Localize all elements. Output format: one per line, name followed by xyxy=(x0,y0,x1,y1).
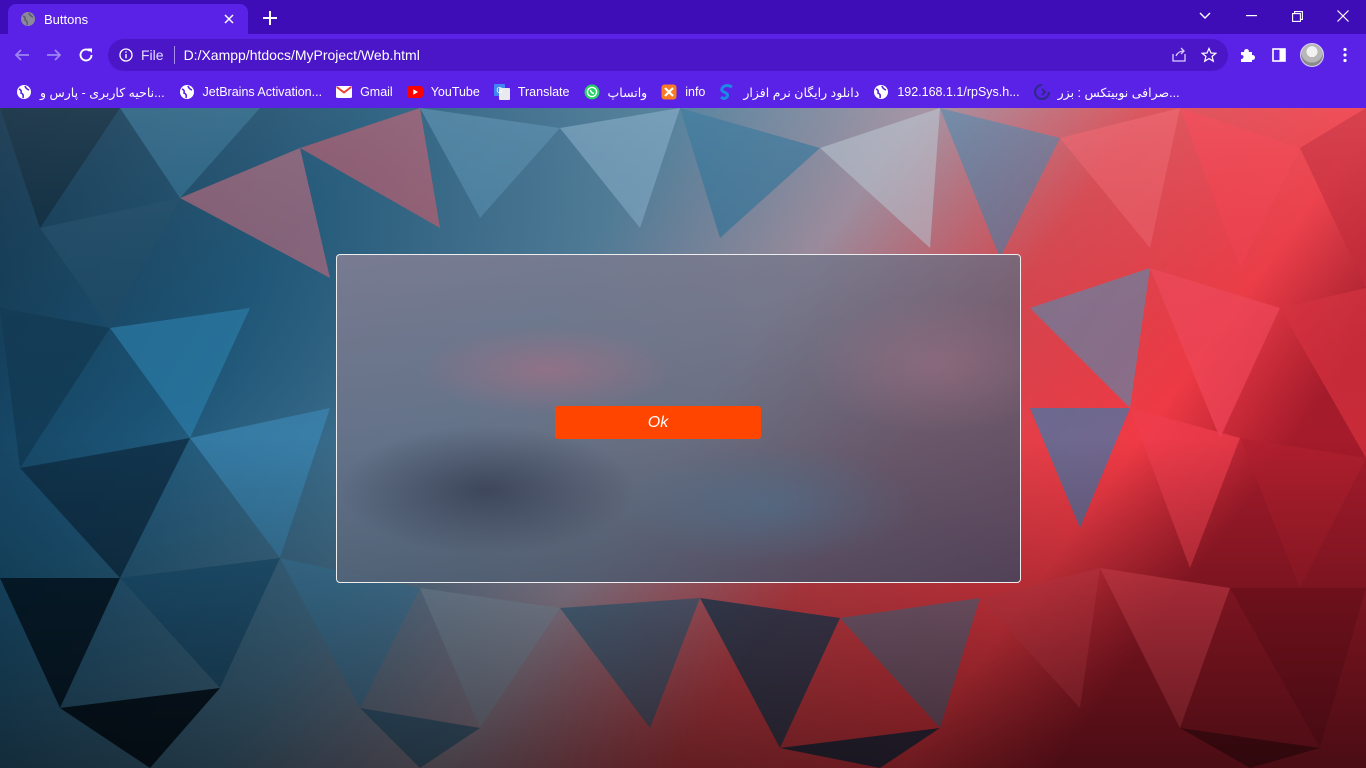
reload-button[interactable] xyxy=(71,40,101,70)
side-panel-icon xyxy=(1272,48,1286,62)
glass-card: Ok xyxy=(336,254,1021,583)
forward-button[interactable] xyxy=(39,40,69,70)
reload-icon xyxy=(79,48,93,62)
bookmark-label: 192.168.1.1/rpSys.h... xyxy=(897,85,1020,99)
card-blur-highlight xyxy=(807,295,1020,435)
minimize-button[interactable] xyxy=(1228,0,1274,32)
tab-search-button[interactable] xyxy=(1182,0,1228,32)
bookmark-item[interactable]: دانلود رایگان نرم افزار xyxy=(713,79,865,105)
bookmark-label: YouTube xyxy=(430,85,480,99)
bookmark-label: صرافی نوبیتکس : بزر... xyxy=(1057,85,1180,100)
globe-icon xyxy=(873,84,889,100)
url-text[interactable]: D:/Xampp/htdocs/MyProject/Web.html xyxy=(184,47,1164,63)
nobitex-icon xyxy=(1033,84,1050,100)
gmail-icon xyxy=(336,84,353,100)
bookmark-label: JetBrains Activation... xyxy=(202,85,323,99)
arrow-left-icon xyxy=(14,49,29,61)
close-tab-icon[interactable] xyxy=(220,10,238,28)
card-blur-highlight xyxy=(617,445,917,565)
arrow-right-icon xyxy=(47,49,62,61)
bookmarks-bar: ناحیه کاربری - پارس و... JetBrains Activ… xyxy=(0,76,1366,108)
ok-button[interactable]: Ok xyxy=(555,406,761,439)
bookmark-item[interactable]: 192.168.1.1/rpSys.h... xyxy=(867,79,1025,105)
minimize-icon xyxy=(1245,15,1257,17)
info-icon xyxy=(119,48,133,62)
card-blur-shadow xyxy=(337,425,637,555)
card-blur-highlight xyxy=(417,325,677,415)
plus-icon xyxy=(263,11,277,25)
bookmark-item[interactable]: G Translate xyxy=(488,79,576,105)
globe-icon xyxy=(179,84,195,100)
youtube-icon xyxy=(406,84,423,100)
chevron-down-icon xyxy=(1199,12,1211,19)
back-button[interactable] xyxy=(7,40,37,70)
close-icon xyxy=(1337,10,1349,22)
profile-button[interactable] xyxy=(1297,40,1327,70)
restore-icon xyxy=(1291,10,1303,22)
bookmark-label: دانلود رایگان نرم افزار xyxy=(743,85,860,100)
globe-icon xyxy=(20,11,36,27)
browser-toolbar: File D:/Xampp/htdocs/MyProject/Web.html xyxy=(0,34,1366,76)
bookmark-label: واتساپ xyxy=(607,85,648,100)
side-panel-button[interactable] xyxy=(1264,40,1294,70)
translate-icon: G xyxy=(493,84,510,100)
puzzle-icon xyxy=(1241,49,1255,62)
restore-button[interactable] xyxy=(1274,0,1320,32)
tab-title: Buttons xyxy=(44,11,89,27)
bookmark-label: info xyxy=(685,85,706,99)
bookmark-item[interactable]: ناحیه کاربری - پارس و... xyxy=(10,79,171,105)
bookmark-item[interactable]: واتساپ xyxy=(578,79,654,105)
avatar xyxy=(1300,43,1324,67)
share-icon[interactable] xyxy=(1164,40,1194,70)
bookmark-item[interactable]: صرافی نوبیتکس : بزر... xyxy=(1028,79,1186,105)
new-tab-button[interactable] xyxy=(258,6,282,30)
window-titlebar: Buttons xyxy=(0,0,1366,34)
whatsapp-icon xyxy=(584,84,600,100)
globe-icon xyxy=(16,84,32,100)
bookmark-item[interactable]: YouTube xyxy=(401,79,486,105)
bookmark-label: Gmail xyxy=(360,85,393,99)
browser-tab[interactable]: Buttons xyxy=(8,4,248,34)
bookmark-label: ناحیه کاربری - پارس و... xyxy=(40,85,165,100)
bookmark-item[interactable]: JetBrains Activation... xyxy=(173,79,329,105)
page-viewport: Ok xyxy=(0,108,1366,768)
extensions-button[interactable] xyxy=(1232,40,1262,70)
close-window-button[interactable] xyxy=(1320,0,1366,32)
omnibox-divider xyxy=(173,46,175,64)
more-vertical-icon xyxy=(1343,47,1347,63)
svg-text:G: G xyxy=(496,86,502,95)
bookmark-star-icon[interactable] xyxy=(1194,40,1224,70)
bookmark-item[interactable]: Gmail xyxy=(330,79,399,105)
menu-button[interactable] xyxy=(1330,40,1360,70)
address-bar[interactable]: File D:/Xampp/htdocs/MyProject/Web.html xyxy=(108,39,1228,71)
site-info-chip[interactable]: File xyxy=(108,39,164,71)
soft-icon xyxy=(719,84,735,100)
bookmark-item[interactable]: info xyxy=(655,79,711,105)
scheme-label: File xyxy=(141,47,164,63)
xampp-icon xyxy=(661,84,677,100)
bookmark-label: Translate xyxy=(517,85,570,99)
